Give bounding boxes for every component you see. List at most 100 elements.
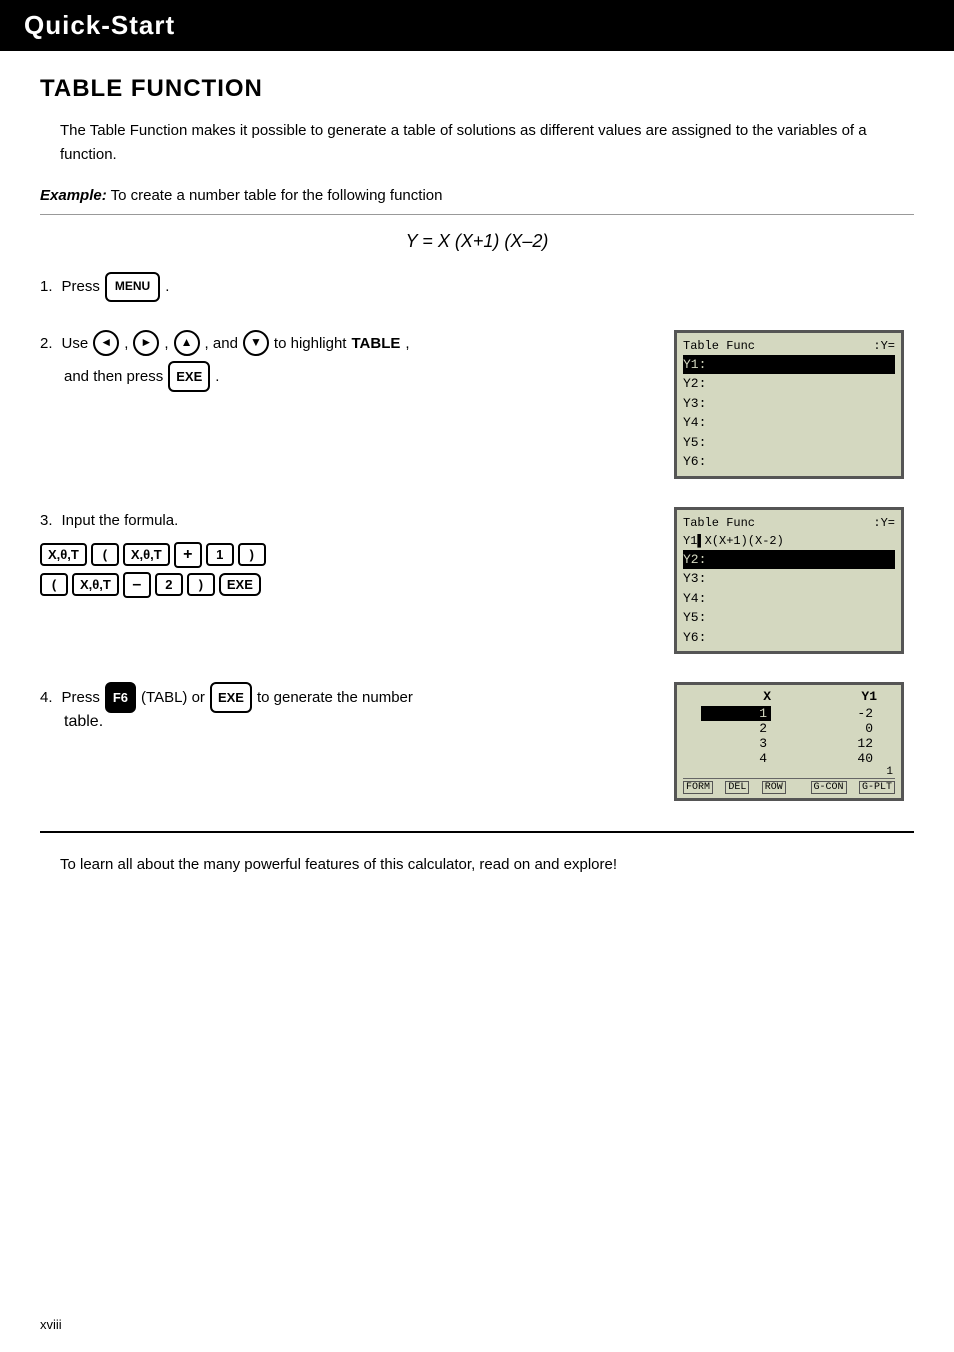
lcd3-r4-y: 40 [807,751,877,766]
arrow-up-btn[interactable]: ▲ [174,330,200,356]
lcd1-header-right: :Y= [873,337,895,355]
intro-text: The Table Function makes it possible to … [60,119,914,167]
lcd1-row-y2: Y2: [683,374,895,394]
comma2: , [164,330,168,357]
step-2-text2: and then press EXE . [40,361,654,392]
lcd3-row2: 2 0 [683,721,895,736]
lcd2-header-right: :Y= [873,514,895,532]
lcd3-r3-x: 3 [701,736,771,751]
step-2-andthen: and then press [40,363,163,390]
key-xtheta-3[interactable]: X,θ,T [72,573,119,596]
lcd3-btn-del[interactable]: DEL [725,781,749,794]
step-4-number: 4. [40,684,53,711]
lcd2-row-y1: Y1▌X(X+1)(X-2) [683,532,895,550]
example-line: Example: To create a number table for th… [40,187,914,215]
section-title: TABLE FUNCTION [40,75,914,103]
lcd3-col-headers: X Y1 [683,689,895,704]
footer-text: To learn all about the many powerful fea… [60,853,914,877]
step-3-number: 3. [40,507,53,534]
step-1-period: . [165,273,169,300]
lcd1-row-y3: Y3: [683,394,895,414]
lcd2-header-left: Table Func [683,514,755,532]
step-2-text: 2. Use ◄ , ► , ▲ , and ▼ to highlight TA… [40,330,654,357]
comma3: , [405,330,409,357]
table-word: TABLE [351,330,400,357]
lcd3-btn-gcon[interactable]: G-CON [811,781,847,794]
arrow-right-btn[interactable]: ► [133,330,159,356]
lcd1-row-y6: Y6: [683,452,895,472]
screen-1-container: Table Func :Y= Y1: Y2: Y3: Y4: Y5: Y6: [674,330,914,479]
lcd3-r2-x: 2 [701,721,771,736]
lcd3-btn-form[interactable]: FORM [683,781,713,794]
lcd3-col-y1: Y1 [807,689,877,704]
key-close-paren-1[interactable]: ) [238,543,266,566]
step-3-text: 3. Input the formula. [40,507,654,534]
step-4-table-word: table. [64,713,103,730]
lcd3-r1-x: 1 [701,706,771,721]
lcd1-row-y5: Y5: [683,433,895,453]
step-4: 4. Press F6 (TABL) or EXE to generate th… [40,682,914,801]
lcd3-col-x: X [701,689,771,704]
step-4-content: 4. Press F6 (TABL) or EXE to generate th… [40,682,654,731]
lcd-screen-2: Table Func :Y= Y1▌X(X+1)(X-2) Y2: Y3: Y4… [674,507,904,655]
lcd3-r1-y: -2 [807,706,877,721]
step-2-content: 2. Use ◄ , ► , ▲ , and ▼ to highlight TA… [40,330,654,392]
step-3: 3. Input the formula. X,θ,T ( X,θ,T + 1 … [40,507,914,655]
step-4-tabl: (TABL) or [141,684,205,711]
lcd3-row1: 1 -2 [683,706,895,721]
lcd3-btn-row[interactable]: ROW [762,781,786,794]
lcd1-header-left: Table Func [683,337,755,355]
lcd2-row-y3: Y3: [683,569,895,589]
f6-key[interactable]: F6 [105,682,136,713]
example-label: Example: [40,187,107,204]
lcd2-row-y5: Y5: [683,608,895,628]
key-plus[interactable]: + [174,542,202,568]
key-minus[interactable]: – [123,572,151,598]
step-1: 1. Press MENU . [40,272,914,302]
step-2: 2. Use ◄ , ► , ▲ , and ▼ to highlight TA… [40,330,914,479]
highlight-text: to highlight [274,330,347,357]
step-3-keys-row1: X,θ,T ( X,θ,T + 1 ) [40,542,654,568]
lcd3-row4: 4 40 [683,751,895,766]
step-3-label: Input the formula. [62,507,179,534]
step-2-period: . [215,363,219,390]
lcd2-row-y2: Y2: [683,550,895,570]
step-1-text: 1. Press MENU . [40,272,914,302]
lcd-screen-1: Table Func :Y= Y1: Y2: Y3: Y4: Y5: Y6: [674,330,904,479]
arrow-down-btn[interactable]: ▼ [243,330,269,356]
header-bar: Quick-Start [0,0,954,51]
comma1: , [124,330,128,357]
key-2[interactable]: 2 [155,573,183,596]
key-exe-step3[interactable]: EXE [219,573,261,596]
key-1[interactable]: 1 [206,543,234,566]
exe-key-step2[interactable]: EXE [168,361,210,392]
formula-display: Y = X (X+1) (X–2) [40,231,914,252]
step-4-text: 4. Press F6 (TABL) or EXE to generate th… [40,682,654,713]
screen-3-container: X Y1 1 -2 2 0 3 12 4 40 [674,682,914,801]
key-open-paren-1[interactable]: ( [91,543,119,566]
lcd3-footer: FORM DEL ROW G-CON G-PLT [683,778,895,794]
page-number: xviii [40,1317,62,1332]
key-xtheta-2[interactable]: X,θ,T [123,543,170,566]
screen-2-container: Table Func :Y= Y1▌X(X+1)(X-2) Y2: Y3: Y4… [674,507,914,655]
menu-key[interactable]: MENU [105,272,160,302]
key-xtheta-1[interactable]: X,θ,T [40,543,87,566]
arrow-left-btn[interactable]: ◄ [93,330,119,356]
key-close-paren-2[interactable]: ) [187,573,215,596]
lcd-screen-3: X Y1 1 -2 2 0 3 12 4 40 [674,682,904,801]
step-1-label: Press [62,273,100,300]
lcd3-page: 1 [683,766,895,778]
lcd2-row-y4: Y4: [683,589,895,609]
step-4-press: Press [62,684,100,711]
step-3-keys-row2: ( X,θ,T – 2 ) EXE [40,572,654,598]
lcd1-row-y4: Y4: [683,413,895,433]
lcd2-header: Table Func :Y= [683,514,895,532]
lcd3-btn-gplt[interactable]: G-PLT [859,781,895,794]
page-title: Quick-Start [24,10,930,41]
lcd3-r3-y: 12 [807,736,877,751]
key-open-paren-2[interactable]: ( [40,573,68,596]
exe-key-step4[interactable]: EXE [210,682,252,713]
and-text: , and [205,330,238,357]
section-divider [40,831,914,833]
step-1-content: 1. Press MENU . [40,272,914,302]
